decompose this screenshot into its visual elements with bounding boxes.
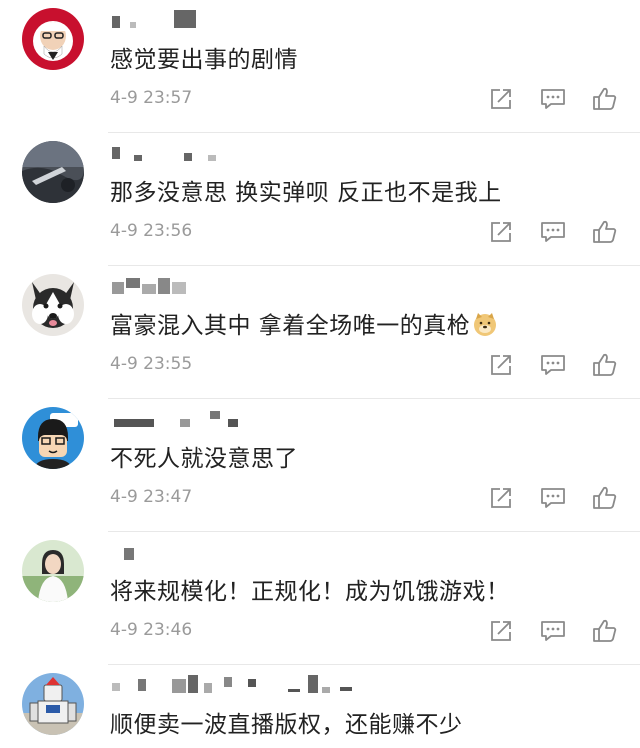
- reply-button[interactable]: [538, 217, 568, 247]
- user-avatar[interactable]: [22, 673, 84, 735]
- thumbs-up-icon: [593, 87, 617, 110]
- comment-item: 富豪混入其中 拿着全场唯一的真枪 4-9 23:55: [0, 266, 640, 399]
- reply-comment-icon: [541, 621, 565, 641]
- share-button[interactable]: [486, 616, 516, 646]
- comment-timestamp: 4-9 23:47: [110, 487, 193, 507]
- share-icon: [491, 89, 511, 109]
- like-button[interactable]: [590, 616, 620, 646]
- thumbs-up-icon: [593, 353, 617, 376]
- user-avatar[interactable]: [22, 274, 84, 336]
- comment-text: 富豪混入其中 拿着全场唯一的真枪: [110, 306, 498, 343]
- user-avatar[interactable]: [22, 407, 84, 469]
- share-icon: [491, 621, 511, 641]
- user-avatar[interactable]: [22, 8, 84, 70]
- robot-figure-avatar-icon: [22, 673, 84, 735]
- reply-comment-icon: [541, 488, 565, 508]
- woman-photo-avatar-icon: [22, 540, 84, 602]
- comment-timestamp: 4-9 23:57: [110, 88, 193, 108]
- comment-text: 顺便卖一波直播版权，还能赚不少: [110, 712, 463, 738]
- like-button[interactable]: [590, 483, 620, 513]
- reply-button[interactable]: [538, 616, 568, 646]
- user-avatar[interactable]: [22, 540, 84, 602]
- like-button[interactable]: [590, 84, 620, 114]
- share-icon: [491, 222, 511, 242]
- reply-comment-icon: [541, 222, 565, 242]
- comment-timestamp: 4-9 23:46: [110, 620, 193, 640]
- comment-item: 不死人就没意思了 4-9 23:47: [0, 399, 640, 532]
- doge-emoji: [472, 311, 498, 343]
- like-button[interactable]: [590, 350, 620, 380]
- comment-item: 感觉要出事的剧情 4-9 23:57: [0, 0, 640, 133]
- thumbs-up-icon: [593, 220, 617, 243]
- comment-text: 将来规模化！正规化！成为饥饿游戏！: [110, 579, 510, 605]
- reply-button[interactable]: [538, 350, 568, 380]
- doge-emoji-icon: [474, 313, 497, 336]
- thumbs-up-icon: [593, 486, 617, 509]
- comment-text: 那多没意思 换实弹呗 反正也不是我上: [110, 180, 502, 206]
- husky-dog-avatar-icon: [22, 274, 84, 336]
- reply-button[interactable]: [538, 84, 568, 114]
- like-button[interactable]: [590, 217, 620, 247]
- comment-item: 顺便卖一波直播版权，还能赚不少: [0, 665, 640, 748]
- thumbs-up-icon: [593, 619, 617, 642]
- share-button[interactable]: [486, 84, 516, 114]
- kfc-colonel-avatar-icon: [22, 8, 84, 70]
- share-button[interactable]: [486, 483, 516, 513]
- share-icon: [491, 355, 511, 375]
- comment-item: 那多没意思 换实弹呗 反正也不是我上 4-9 23:56: [0, 133, 640, 266]
- comment-text: 不死人就没意思了: [110, 446, 298, 472]
- reply-button[interactable]: [538, 483, 568, 513]
- share-button[interactable]: [486, 350, 516, 380]
- share-icon: [491, 488, 511, 508]
- user-avatar[interactable]: [22, 141, 84, 203]
- cartoon-boy-avatar-icon: [22, 407, 84, 469]
- dark-photo-avatar-icon: [22, 141, 84, 203]
- comment-timestamp: 4-9 23:56: [110, 221, 193, 241]
- comment-timestamp: 4-9 23:55: [110, 354, 193, 374]
- comment-item: 将来规模化！正规化！成为饥饿游戏！ 4-9 23:46: [0, 532, 640, 665]
- comment-list: 感觉要出事的剧情 4-9 23:57 那多没意思 换实弹呗 反正也不是我上 4-…: [0, 0, 640, 748]
- share-button[interactable]: [486, 217, 516, 247]
- reply-comment-icon: [541, 89, 565, 109]
- comment-text: 感觉要出事的剧情: [110, 47, 298, 73]
- reply-comment-icon: [541, 355, 565, 375]
